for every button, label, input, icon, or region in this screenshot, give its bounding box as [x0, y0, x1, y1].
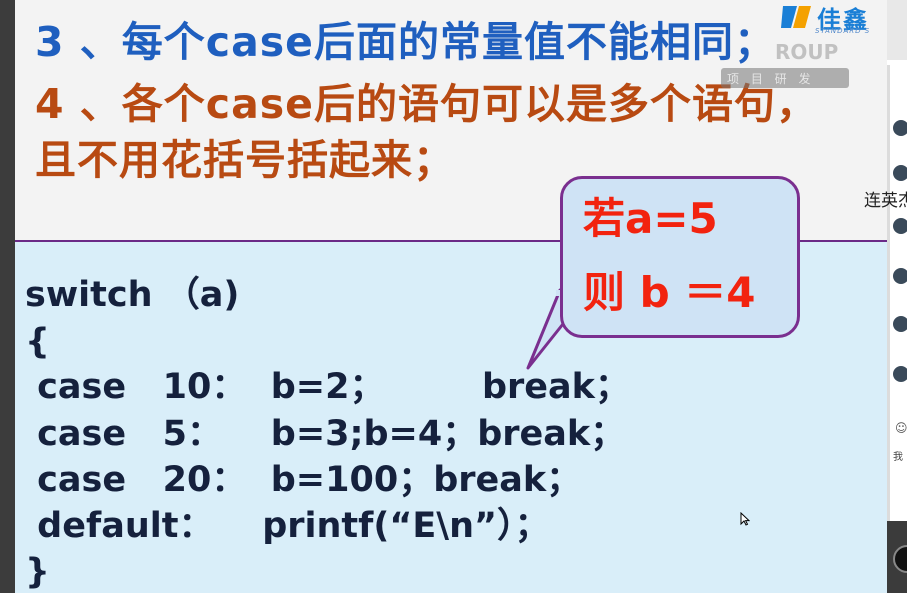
panel-header	[887, 0, 907, 60]
heading-rule-4-continued: 且不用花括号括起来；	[35, 136, 455, 184]
watermark-logo: ROUP 项 目 研 发	[717, 36, 853, 92]
avatar[interactable]	[893, 268, 907, 284]
code-line: {	[25, 322, 50, 362]
chat-side-panel: ☺ 我	[887, 0, 907, 593]
avatar[interactable]	[893, 218, 907, 234]
brand-logo: 佳鑫 STANDARD S	[777, 0, 887, 38]
participant-name: 连英杰	[864, 191, 907, 211]
code-line: case 5： b=3;b=4；break；	[25, 414, 626, 454]
code-line: case 20： b=100；break；	[25, 460, 582, 500]
heading-rule-4: 4 、各个case后的语句可以是多个语句，	[35, 80, 818, 128]
code-line: switch （a)	[25, 275, 240, 315]
brand-subtitle: STANDARD S	[815, 27, 871, 35]
mouse-cursor-icon	[740, 512, 750, 526]
heading-rule-3: 3 、每个case后面的常量值不能相同；	[35, 18, 776, 66]
code-line: }	[25, 552, 50, 592]
panel-scrollbar[interactable]	[887, 65, 890, 525]
left-edge	[0, 0, 15, 593]
message-preview: 我	[893, 452, 903, 463]
brand-logo-icon	[781, 6, 811, 28]
avatar[interactable]	[893, 120, 907, 136]
callout-condition: 若a=5	[583, 194, 718, 243]
code-line: default： printf(“E\n”）；	[25, 506, 550, 546]
avatar[interactable]	[893, 366, 907, 382]
callout-result: 则 b ＝4	[583, 268, 756, 317]
presentation-slide: 3 、每个case后面的常量值不能相同； 4 、各个case后的语句可以是多个语…	[15, 0, 887, 593]
screen: 3 、每个case后面的常量值不能相同； 4 、各个case后的语句可以是多个语…	[0, 0, 907, 593]
callout-bubble: 若a=5 则 b ＝4	[560, 176, 800, 338]
emoji-icon[interactable]: ☺	[895, 421, 907, 435]
avatar[interactable]	[893, 165, 907, 181]
avatar[interactable]	[893, 316, 907, 332]
